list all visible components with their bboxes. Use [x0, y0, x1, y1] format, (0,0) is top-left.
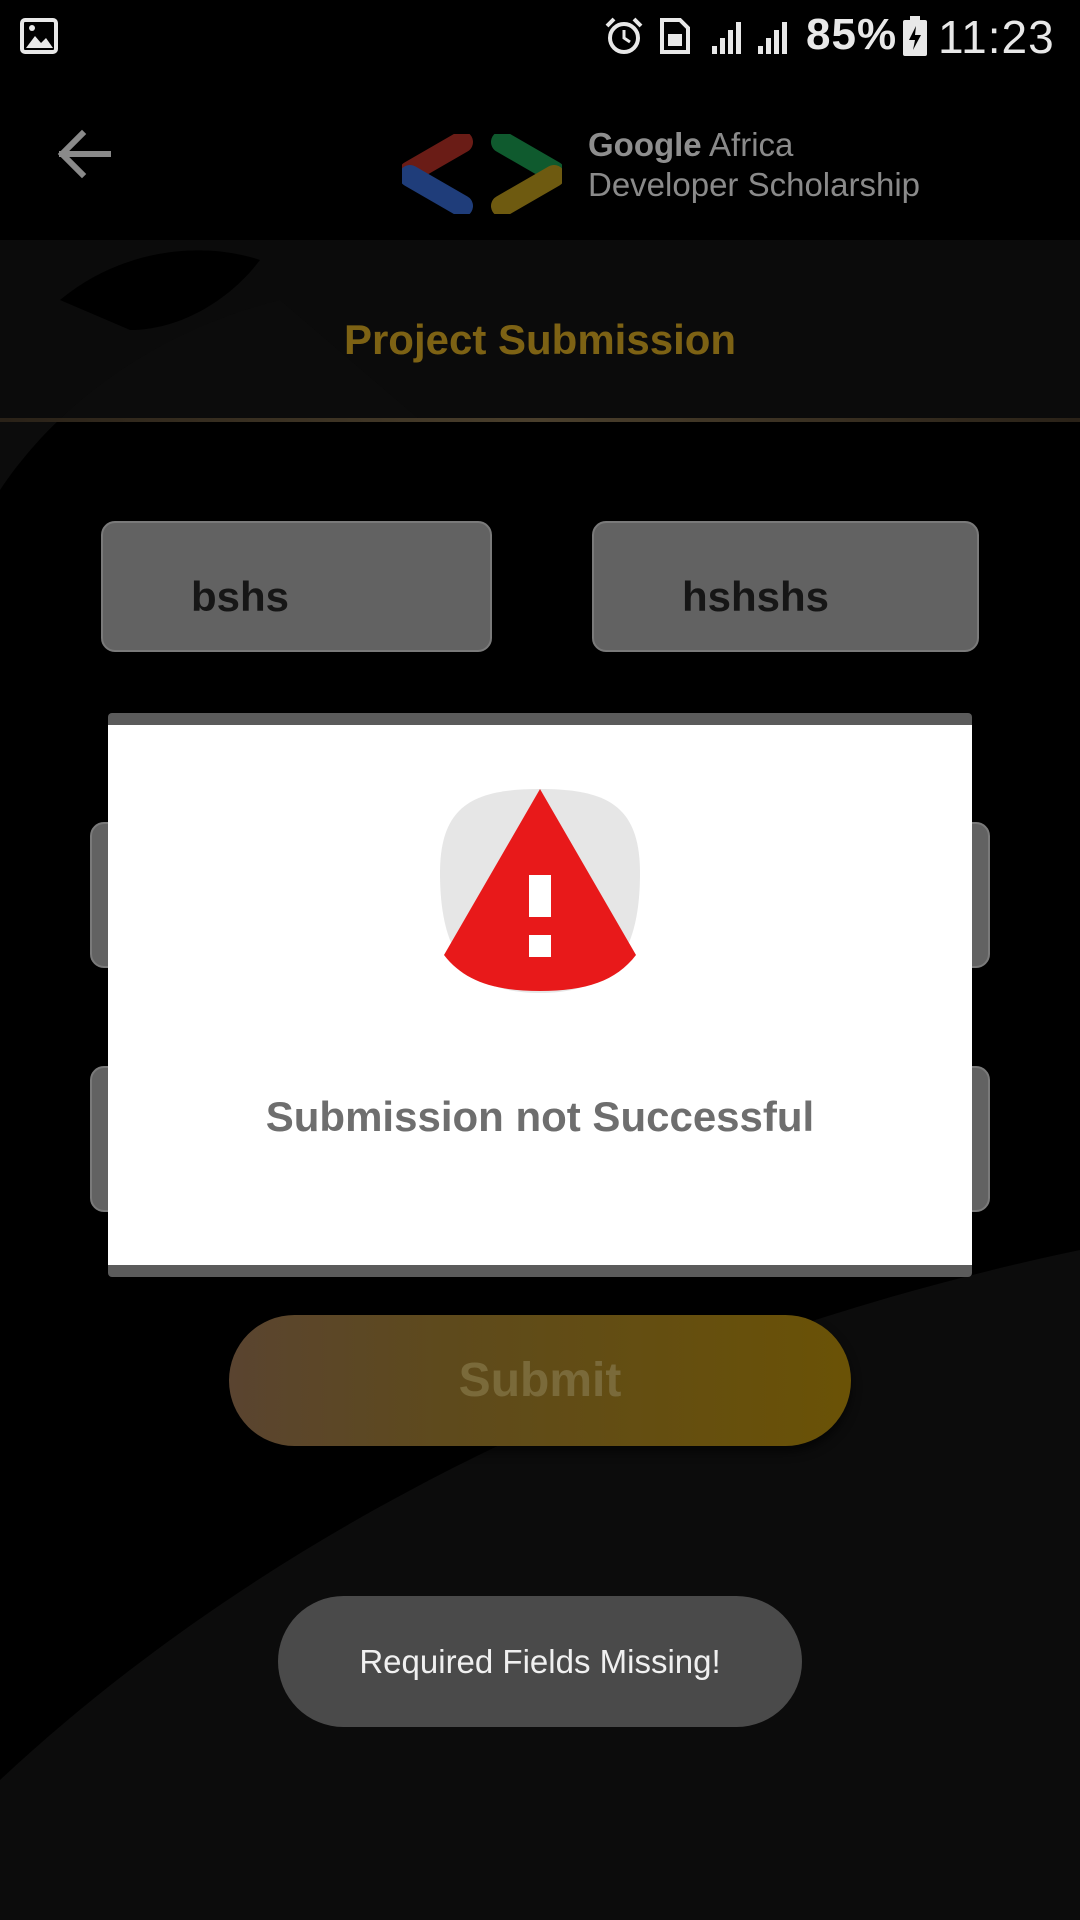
page-title: Project Submission	[343, 316, 737, 363]
logo-word: Africa	[709, 126, 794, 163]
toast-message: Required Fields Missing!	[278, 1596, 802, 1727]
error-dialog: Submission not Successful	[108, 725, 972, 1265]
alarm-icon	[605, 17, 643, 54]
status-bar: 85% 11:23	[0, 0, 1080, 72]
project-submission-screen: 85% 11:23 Google Africa Developer Schola…	[0, 0, 1080, 1920]
dialog-message: Submission not Successful	[265, 1093, 815, 1140]
gallery-icon	[20, 18, 58, 54]
logo-subtitle: Developer Scholarship	[588, 166, 921, 203]
logo-brand: Google	[588, 126, 702, 163]
warning-icon	[440, 789, 640, 993]
last-name-field[interactable]: hshshs	[592, 521, 979, 652]
sim-icon	[660, 18, 690, 54]
gads-logo: Google Africa Developer Scholarship	[402, 124, 920, 224]
clock: 11:23	[938, 11, 1055, 63]
header-divider	[0, 418, 1080, 422]
battery-charging-icon	[903, 16, 927, 56]
last-name-value: hshshs	[682, 573, 830, 620]
arrow-back-icon[interactable]	[52, 122, 116, 186]
logo-title: Google Africa	[588, 126, 793, 164]
signal-icon	[758, 22, 787, 54]
first-name-field[interactable]: bshs	[101, 521, 492, 652]
submit-button[interactable]: Submit	[229, 1315, 851, 1446]
battery-percent: 85%	[806, 10, 898, 59]
developer-chevrons-icon	[402, 134, 562, 214]
signal-icon	[712, 22, 741, 54]
first-name-value: bshs	[191, 573, 290, 620]
